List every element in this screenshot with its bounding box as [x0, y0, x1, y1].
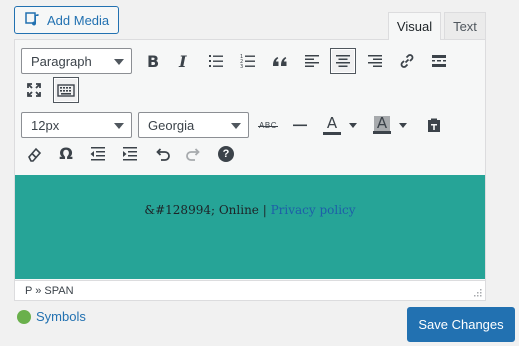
svg-text:B: B	[147, 52, 159, 70]
font-size-select[interactable]: 12px	[21, 112, 132, 138]
quote-icon	[271, 52, 289, 70]
background-color-button[interactable]: A	[369, 112, 395, 138]
paste-as-text-button[interactable]	[421, 112, 447, 138]
chevron-down-icon	[114, 59, 124, 65]
text-color-button[interactable]: A	[319, 112, 345, 138]
bullet-list-button[interactable]	[203, 48, 229, 74]
redo-icon	[185, 145, 203, 163]
italic-button[interactable]: I	[170, 48, 196, 74]
add-media-button[interactable]: Add Media	[14, 6, 119, 34]
numbered-list-icon: 123	[239, 52, 257, 70]
font-size-select-value: 12px	[31, 117, 60, 133]
keyboard-icon	[57, 81, 75, 99]
svg-text:3: 3	[240, 64, 243, 70]
toolbar-toggle-button[interactable]	[53, 77, 79, 103]
blockquote-button[interactable]	[267, 48, 293, 74]
align-left-button[interactable]	[299, 48, 325, 74]
increase-indent-button[interactable]	[117, 141, 143, 167]
numbered-list-button[interactable]: 123	[235, 48, 261, 74]
link-icon	[398, 52, 416, 70]
insert-link-button[interactable]	[394, 48, 420, 74]
editor: Paragraph B I 123 12px Georgia A A Ω ? &…	[14, 39, 486, 301]
undo-icon	[153, 145, 171, 163]
decrease-indent-button[interactable]	[85, 141, 111, 167]
background-color-glyph: A	[373, 116, 391, 131]
align-center-button[interactable]	[330, 48, 356, 74]
fullscreen-button[interactable]	[21, 77, 47, 103]
privacy-policy-link[interactable]: Privacy policy	[271, 203, 356, 217]
indent-icon	[121, 145, 139, 163]
redo-button[interactable]	[181, 141, 207, 167]
bullet-list-icon	[207, 52, 225, 70]
special-character-button[interactable]: Ω	[53, 141, 79, 167]
element-path[interactable]: P » SPAN	[25, 285, 74, 297]
eraser-icon	[25, 145, 43, 163]
background-color-icon: A	[373, 116, 391, 134]
editor-content[interactable]: &#128994; Online | Privacy policy	[15, 175, 485, 279]
expand-icon	[25, 81, 43, 99]
format-select[interactable]: Paragraph	[21, 48, 132, 74]
chevron-down-icon	[114, 123, 124, 129]
font-family-select-value: Georgia	[148, 117, 195, 133]
strikethrough-icon: ABC	[258, 121, 278, 130]
align-left-icon	[303, 52, 321, 70]
format-select-value: Paragraph	[31, 53, 92, 69]
text-color-glyph: A	[326, 113, 338, 132]
symbols-label: Symbols	[36, 309, 86, 324]
caret-down-icon	[349, 122, 357, 128]
clipboard-icon	[425, 116, 443, 134]
bold-button[interactable]: B	[139, 48, 165, 74]
clear-formatting-button[interactable]	[21, 141, 47, 167]
align-right-button[interactable]	[362, 48, 388, 74]
font-family-select[interactable]: Georgia	[138, 112, 249, 138]
background-color-dropdown[interactable]	[395, 112, 411, 138]
add-media-label: Add Media	[47, 12, 110, 28]
text-color-dropdown[interactable]	[345, 112, 361, 138]
media-icon	[25, 11, 41, 30]
read-more-icon	[430, 52, 448, 70]
chevron-down-icon	[231, 123, 241, 129]
content-line: &#128994; Online | Privacy policy	[15, 203, 485, 217]
save-changes-button[interactable]: Save Changes	[407, 307, 515, 342]
horizontal-line-icon	[291, 116, 309, 134]
horizontal-line-button[interactable]	[287, 112, 313, 138]
undo-button[interactable]	[149, 141, 175, 167]
element-path-bar: P » SPAN	[15, 280, 485, 300]
resize-handle-icon[interactable]	[473, 288, 482, 297]
read-more-button[interactable]	[426, 48, 452, 74]
omega-icon: Ω	[59, 144, 73, 163]
green-dot-icon	[17, 309, 31, 324]
align-center-icon	[334, 52, 352, 70]
help-icon: ?	[218, 146, 234, 162]
text-color-icon: A	[323, 113, 341, 135]
help-button[interactable]: ?	[213, 141, 239, 167]
tab-visual[interactable]: Visual	[388, 12, 441, 40]
online-status-text: &#128994; Online |	[144, 203, 271, 217]
strikethrough-button[interactable]: ABC	[255, 112, 281, 138]
bold-icon: B	[143, 52, 161, 70]
outdent-icon	[89, 145, 107, 163]
align-right-icon	[366, 52, 384, 70]
caret-down-icon	[399, 122, 407, 128]
italic-icon: I	[174, 52, 192, 70]
tab-text[interactable]: Text	[444, 12, 486, 39]
svg-text:I: I	[178, 52, 187, 70]
symbols-link[interactable]: Symbols	[17, 309, 86, 324]
